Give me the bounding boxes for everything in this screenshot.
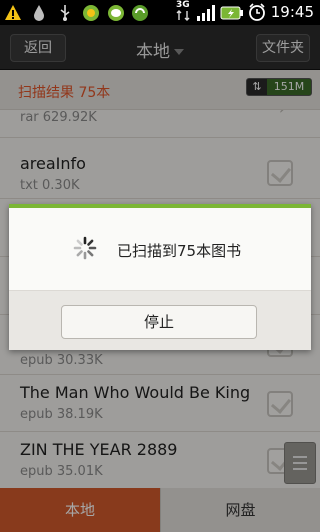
usb-icon	[60, 5, 70, 21]
dialog-footer: 停止	[9, 290, 311, 350]
app-notification-icon	[83, 5, 99, 21]
wechat-icon	[108, 5, 124, 21]
dialog-body: 已扫描到75本图书	[9, 208, 311, 290]
data-arrows-icon	[176, 10, 190, 21]
loading-spinner-icon	[73, 236, 97, 260]
drop-icon	[34, 5, 44, 21]
network-type-label: 3G	[176, 0, 190, 10]
alarm-icon	[249, 3, 265, 21]
scanning-dialog: 已扫描到75本图书 停止	[9, 204, 311, 350]
warning-icon	[5, 5, 21, 20]
battery-icon	[220, 6, 243, 20]
scan-progress-message: 已扫描到75本图书	[117, 242, 242, 260]
sync-icon	[132, 5, 148, 21]
status-bar: 3G 19:45	[0, 0, 320, 25]
signal-icon	[197, 5, 215, 21]
stop-button[interactable]: 停止	[61, 305, 257, 339]
clock: 19:45	[270, 3, 314, 21]
